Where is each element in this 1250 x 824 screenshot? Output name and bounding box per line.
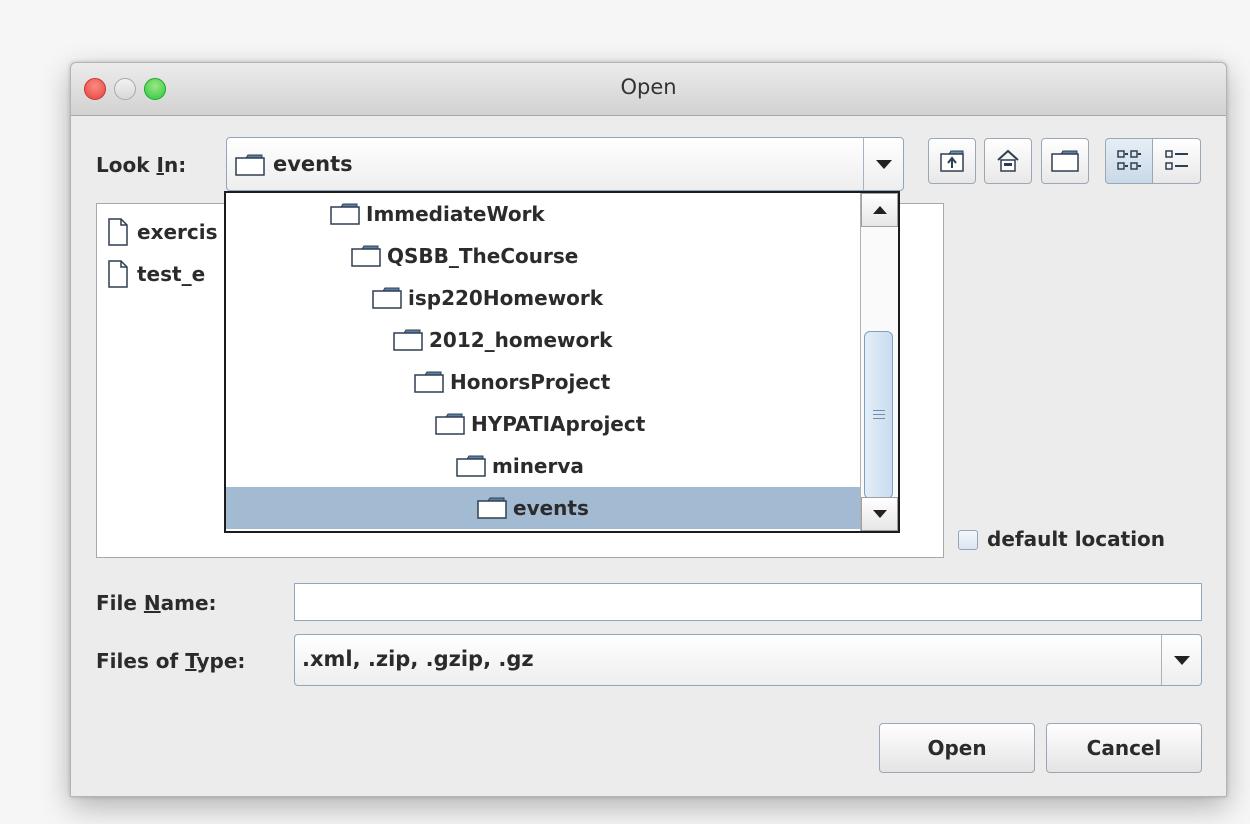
dropdown-item-label: HYPATIAproject (471, 412, 646, 436)
file-name: exercis (137, 220, 218, 244)
grip-line (873, 410, 885, 411)
scroll-up-button[interactable] (861, 193, 898, 227)
list-view-toggle[interactable] (1105, 138, 1153, 184)
file-icon (108, 260, 128, 288)
file-name: test_e (137, 262, 206, 286)
dropdown-item[interactable]: QSBB_TheCourse (226, 235, 860, 277)
file-name-field[interactable] (294, 583, 1202, 621)
dropdown-item-label: minerva (492, 454, 584, 478)
up-one-level-button[interactable] (928, 138, 976, 184)
dropdown-item-label: 2012_homework (429, 328, 613, 352)
file-icon (108, 218, 128, 246)
new-folder-button[interactable] (1041, 138, 1089, 184)
title-bar[interactable]: Open (71, 63, 1226, 116)
list-item[interactable]: test_e (107, 256, 205, 292)
folder-icon (393, 329, 423, 351)
new-folder-icon (1051, 150, 1079, 172)
files-of-type-label: Files of Type: (96, 649, 246, 673)
folder-icon (414, 371, 444, 393)
folder-icon (435, 413, 465, 435)
folder-icon (456, 455, 486, 477)
look-in-value: events (273, 152, 353, 176)
grip-line (873, 418, 885, 419)
look-in-label: Look In: (96, 153, 187, 177)
scrollbar-thumb[interactable] (864, 331, 893, 499)
look-in-dropdown-list[interactable]: ImmediateWork QSBB_TheCourse isp220Homewor… (224, 191, 900, 533)
dropdown-item-label: isp220Homework (408, 286, 604, 310)
open-dialog: Open Look In: events exercis test_e Imme… (70, 62, 1227, 797)
dropdown-item[interactable]: isp220Homework (226, 277, 860, 319)
file-name-label: File Name: (96, 591, 217, 615)
default-location-checkbox[interactable] (958, 530, 978, 550)
details-view-toggle[interactable] (1153, 138, 1201, 184)
chevron-down-icon (875, 159, 892, 169)
dropdown-item-label: HonorsProject (450, 370, 611, 394)
folder-icon (477, 497, 507, 519)
look-in-dropdown-arrow[interactable] (863, 138, 903, 190)
folder-icon (372, 287, 402, 309)
details-view-icon (1164, 150, 1188, 170)
folder-icon (330, 203, 360, 225)
folder-icon (235, 154, 265, 176)
files-of-type-combobox[interactable]: .xml, .zip, .gzip, .gz (294, 634, 1202, 686)
dropdown-item[interactable]: minerva (226, 445, 860, 487)
open-button[interactable]: Open (879, 723, 1035, 773)
window-title: Open (620, 75, 677, 99)
dropdown-item[interactable]: ImmediateWork (226, 193, 860, 235)
dropdown-item[interactable]: events (226, 487, 860, 529)
dropdown-item-label: events (513, 496, 589, 520)
arrow-down-icon (872, 510, 887, 518)
grip-line (873, 414, 885, 415)
list-item[interactable]: exercis (107, 214, 218, 250)
files-of-type-dropdown-arrow[interactable] (1161, 635, 1201, 685)
home-button[interactable] (984, 138, 1032, 184)
cancel-button[interactable]: Cancel (1046, 723, 1202, 773)
dropdown-item[interactable]: 2012_homework (226, 319, 860, 361)
chevron-down-icon (1173, 655, 1190, 665)
files-of-type-value: .xml, .zip, .gzip, .gz (302, 647, 534, 671)
dropdown-item[interactable]: HYPATIAproject (226, 403, 860, 445)
folder-icon (351, 245, 381, 267)
list-view-icon (1117, 150, 1141, 170)
arrow-up-icon (872, 206, 887, 214)
dropdown-item-label: ImmediateWork (366, 202, 545, 226)
look-in-combobox[interactable]: events (226, 137, 904, 191)
home-icon (997, 149, 1019, 172)
up-one-level-icon (940, 150, 964, 172)
dropdown-item[interactable]: HonorsProject (226, 361, 860, 403)
default-location-label: default location (987, 527, 1166, 551)
dropdown-item-label: QSBB_TheCourse (387, 244, 579, 268)
scroll-down-button[interactable] (861, 497, 898, 531)
dropdown-scrollbar[interactable] (860, 193, 898, 531)
